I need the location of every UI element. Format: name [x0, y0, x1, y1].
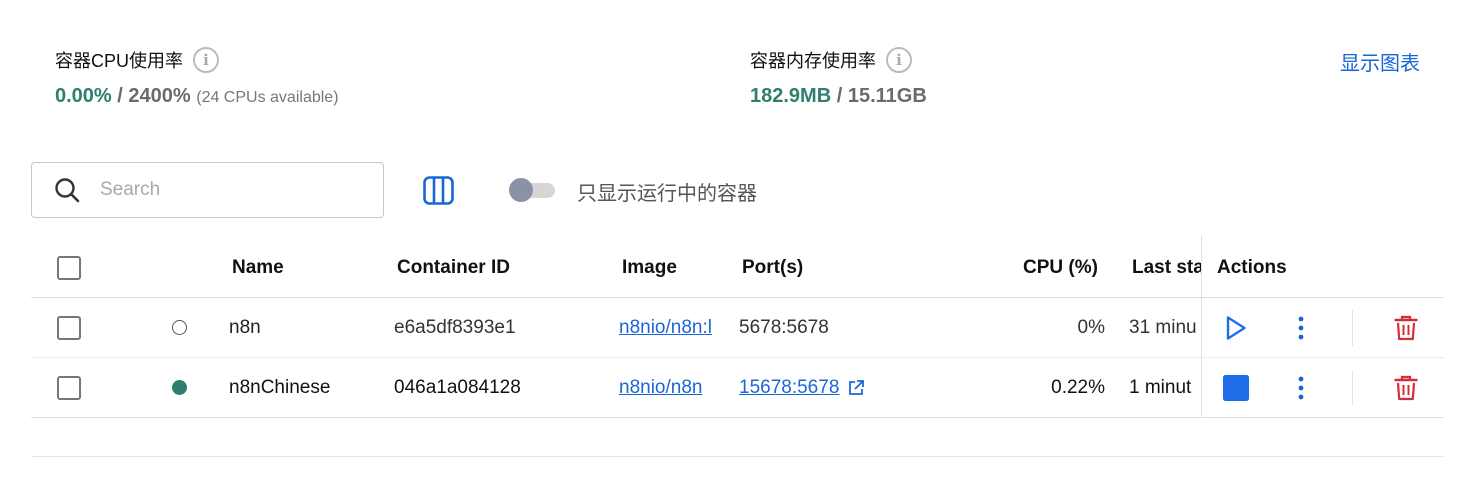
header-last-started[interactable]: Last sta	[1132, 238, 1201, 297]
container-id: 046a1a084128	[394, 376, 521, 398]
memory-total: 15.11GB	[847, 85, 927, 107]
stop-button[interactable]	[1221, 358, 1251, 417]
trash-icon	[1394, 315, 1418, 340]
memory-used: 182.9MB	[750, 85, 832, 107]
cpu-percent: 0%	[1077, 316, 1105, 338]
cpu-usage-value: 0.00% / 2400% (24 CPUs available)	[55, 85, 339, 108]
select-all-checkbox[interactable]	[57, 255, 81, 280]
header-name[interactable]: Name	[232, 238, 284, 297]
status-stopped-icon	[172, 320, 187, 335]
cpu-usage-stat: 容器CPU使用率 i 0.00% / 2400% (24 CPUs availa…	[55, 45, 339, 108]
cpu-used: 0.00%	[55, 85, 112, 107]
toggle-knob	[509, 178, 533, 202]
delete-button[interactable]	[1391, 358, 1421, 417]
more-options-button[interactable]	[1289, 358, 1313, 417]
footer-divider	[31, 456, 1444, 457]
action-separator	[1352, 370, 1353, 406]
columns-icon[interactable]	[423, 176, 454, 205]
port-mapping: 5678:5678	[739, 316, 829, 338]
trash-icon	[1394, 375, 1418, 400]
search-icon	[55, 178, 80, 203]
table-header: Name Container ID Image Port(s) CPU (%) …	[31, 238, 1444, 298]
show-chart-link[interactable]: 显示图表	[1340, 47, 1420, 76]
play-icon	[1226, 315, 1246, 340]
header-container-id[interactable]: Container ID	[397, 238, 510, 297]
containers-view: 容器CPU使用率 i 0.00% / 2400% (24 CPUs availa…	[0, 0, 1462, 483]
cpu-total: 2400%	[128, 85, 191, 107]
image-link[interactable]: n8nio/n8n:l	[619, 317, 712, 339]
info-icon[interactable]: i	[193, 47, 220, 73]
container-id: e6a5df8393e1	[394, 316, 516, 338]
last-started: 31 minu	[1129, 316, 1197, 338]
row-checkbox[interactable]	[57, 375, 81, 400]
containers-table: Name Container ID Image Port(s) CPU (%) …	[31, 236, 1444, 418]
memory-usage-value: 182.9MB / 15.11GB	[750, 85, 927, 108]
action-separator	[1352, 310, 1353, 346]
cpu-separator: /	[111, 85, 129, 107]
delete-button[interactable]	[1391, 298, 1421, 357]
header-cpu[interactable]: CPU (%)	[1023, 238, 1098, 297]
cpu-available-note: (24 CPUs available)	[196, 89, 339, 106]
header-ports[interactable]: Port(s)	[742, 238, 803, 297]
container-name[interactable]: n8n	[229, 298, 261, 357]
port-link[interactable]: 15678:5678	[739, 377, 839, 399]
stop-icon	[1223, 374, 1249, 401]
header-image[interactable]: Image	[622, 238, 677, 297]
table-row: n8nChinese 046a1a084128 n8nio/n8n 15678:…	[31, 358, 1444, 418]
cpu-usage-label: 容器CPU使用率	[55, 51, 184, 71]
status-running-icon	[172, 380, 187, 395]
memory-separator: /	[831, 85, 848, 107]
more-vertical-icon	[1298, 316, 1304, 339]
search-input[interactable]	[100, 179, 350, 201]
memory-usage-label: 容器内存使用率	[750, 51, 876, 71]
table-row: n8n e6a5df8393e1 n8nio/n8n:l 5678:5678 0…	[31, 298, 1444, 358]
more-vertical-icon	[1298, 376, 1304, 399]
header-actions: Actions	[1217, 256, 1287, 278]
container-name[interactable]: n8nChinese	[229, 358, 330, 417]
running-only-label: 只显示运行中的容器	[577, 183, 757, 205]
search-field[interactable]	[31, 162, 384, 218]
row-checkbox[interactable]	[57, 315, 81, 340]
cpu-percent: 0.22%	[1051, 376, 1105, 398]
external-link-icon[interactable]	[847, 379, 865, 397]
info-icon[interactable]: i	[886, 47, 912, 73]
running-only-toggle[interactable]	[509, 178, 555, 202]
memory-usage-stat: 容器内存使用率 i 182.9MB / 15.11GB	[750, 45, 927, 108]
more-options-button[interactable]	[1289, 298, 1313, 357]
last-started: 1 minut	[1129, 376, 1192, 398]
image-link[interactable]: n8nio/n8n	[619, 377, 702, 399]
start-button[interactable]	[1221, 298, 1251, 357]
